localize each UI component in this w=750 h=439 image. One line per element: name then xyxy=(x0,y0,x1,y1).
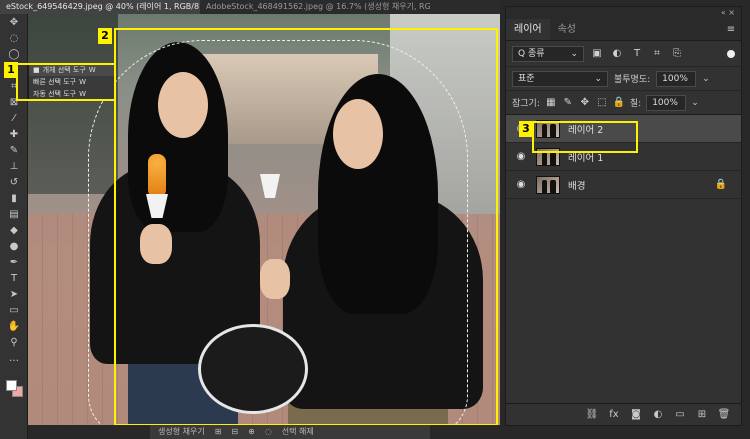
chevron-down-icon: ⌄ xyxy=(570,48,578,59)
blend-opacity-row: 표준 ⌄ 불투명도: 100% ⌄ xyxy=(506,67,741,91)
layer-row-background[interactable]: ◉ 배경 🔒 xyxy=(506,171,741,199)
link-layers-icon[interactable]: ⛓ xyxy=(585,409,599,420)
foreground-color-swatch[interactable] xyxy=(6,380,17,391)
lock-label: 잠그기: xyxy=(512,99,540,109)
lock-artboard-icon[interactable]: ⬚ xyxy=(596,97,608,108)
lock-all-icon[interactable]: 🔒 xyxy=(613,97,625,108)
tab-properties[interactable]: 속성 xyxy=(550,19,584,40)
move-icon[interactable]: ✥ xyxy=(0,14,28,30)
step-badge-2: 2 xyxy=(98,28,112,44)
lock-fill-row: 잠그기: ▦ ✎ ✥ ⬚ 🔒 칠: 100% ⌄ xyxy=(506,91,741,115)
history-brush-icon[interactable]: ↺ xyxy=(0,174,28,190)
layer-name: 배경 xyxy=(568,180,586,192)
image-filter-icon[interactable]: ▣ xyxy=(590,47,604,61)
chevron-down-icon[interactable]: ⌄ xyxy=(691,98,699,108)
adjustment-filter-icon[interactable]: ◐ xyxy=(610,47,624,61)
type-icon[interactable]: T xyxy=(0,270,28,286)
mask-icon[interactable]: ◌ xyxy=(265,425,272,439)
document-tab-label: eStock_649546429.jpeg @ 40% (레이어 1, RGB/… xyxy=(6,2,200,11)
fill-label: 칠: xyxy=(629,99,642,109)
path-select-icon[interactable]: ➤ xyxy=(0,286,28,302)
new-layer-icon[interactable]: ⊞ xyxy=(695,409,709,420)
eraser-icon[interactable]: ▮ xyxy=(0,190,28,206)
visibility-eye-icon[interactable]: ◉ xyxy=(514,151,528,162)
fill-input[interactable]: 100% xyxy=(646,94,687,111)
healing-icon[interactable]: ✚ xyxy=(0,126,28,142)
gradient-icon[interactable]: ▤ xyxy=(0,206,28,222)
type-filter-icon[interactable]: T xyxy=(630,47,644,61)
filter-kind-label: Q 종류 xyxy=(518,48,545,59)
zoom-icon[interactable]: ⚲ xyxy=(0,334,28,350)
adjustment-layer-icon[interactable]: ◐ xyxy=(651,409,665,420)
document-tab-label: AdobeStock_468491562.jpeg @ 16.7% (생성형 채… xyxy=(206,2,430,11)
highlight-box-canvas xyxy=(114,28,498,425)
trash-icon[interactable]: 🗑 xyxy=(717,409,731,420)
intersect-selection-icon[interactable]: ⊕ xyxy=(248,425,255,439)
chevron-down-icon: ⌄ xyxy=(594,73,602,84)
eyedropper-icon[interactable]: ⁄ xyxy=(0,110,28,126)
opacity-label: 불투명도: xyxy=(614,75,651,85)
marquee-icon[interactable]: ◌ xyxy=(0,30,28,46)
document-tab-inactive[interactable]: AdobeStock_468491562.jpeg @ 16.7% (생성형 채… xyxy=(200,0,430,14)
smart-object-filter-icon[interactable]: ⎘ xyxy=(670,47,684,61)
highlight-box-layer xyxy=(532,121,638,153)
pen-icon[interactable]: ✒ xyxy=(0,254,28,270)
blur-icon[interactable]: ◆ xyxy=(0,222,28,238)
document-tab-bar: eStock_649546429.jpeg @ 40% (레이어 1, RGB/… xyxy=(0,0,500,14)
opacity-input[interactable]: 100% xyxy=(656,70,697,87)
dodge-icon[interactable]: ● xyxy=(0,238,28,254)
lock-transparent-icon[interactable]: ▦ xyxy=(545,97,557,108)
subtract-selection-icon[interactable]: ⊟ xyxy=(231,425,238,439)
highlight-box-flyout xyxy=(16,63,116,101)
generative-fill-button[interactable]: 생성형 채우기 xyxy=(158,425,205,439)
layer-filter-row: Q 종류 ⌄ ▣ ◐ T ⌗ ⎘ xyxy=(506,41,741,67)
filter-toggle[interactable] xyxy=(727,49,735,58)
hand-icon[interactable]: ✋ xyxy=(0,318,28,334)
fill-value: 100% xyxy=(652,97,678,108)
opacity-value: 100% xyxy=(662,73,688,84)
lock-icon: 🔒 xyxy=(714,179,727,190)
shape-filter-icon[interactable]: ⌗ xyxy=(650,47,664,61)
document-tab-active[interactable]: eStock_649546429.jpeg @ 40% (레이어 1, RGB/… xyxy=(0,0,200,14)
layer-effects-icon[interactable]: fx xyxy=(607,409,621,420)
lock-position-icon[interactable]: ✥ xyxy=(579,97,591,108)
step-badge-1: 1 xyxy=(4,62,18,78)
chevron-down-icon[interactable]: ⌄ xyxy=(702,74,710,84)
brush-icon[interactable]: ✎ xyxy=(0,142,28,158)
lock-pixels-icon[interactable]: ✎ xyxy=(562,97,574,108)
stamp-icon[interactable]: ⊥ xyxy=(0,158,28,174)
new-group-icon[interactable]: ▭ xyxy=(673,409,687,420)
add-selection-icon[interactable]: ⊞ xyxy=(215,425,222,439)
step-badge-3: 3 xyxy=(519,121,533,137)
add-mask-icon[interactable]: ◙ xyxy=(629,409,643,420)
deselect-button[interactable]: 선택 해제 xyxy=(282,425,314,439)
panel-tab-bar: 레이어 속성 ≡ xyxy=(506,19,741,41)
shape-icon[interactable]: ▭ xyxy=(0,302,28,318)
blend-mode-select[interactable]: 표준 ⌄ xyxy=(512,70,608,87)
more-icon[interactable]: … xyxy=(0,350,28,366)
contextual-task-bar: 생성형 채우기 ⊞ ⊟ ⊕ ◌ 선택 해제 xyxy=(150,425,430,439)
filter-kind-select[interactable]: Q 종류 ⌄ xyxy=(512,45,584,62)
tab-layers[interactable]: 레이어 xyxy=(506,19,550,40)
panel-menu-icon[interactable]: ≡ xyxy=(721,19,741,40)
lasso-icon[interactable]: ◯ xyxy=(0,46,28,62)
blend-mode-value: 표준 xyxy=(518,73,535,84)
layer-thumbnail xyxy=(536,175,560,194)
panel-collapse-bar[interactable]: « × xyxy=(506,7,741,19)
visibility-eye-icon[interactable]: ◉ xyxy=(514,179,528,190)
layers-panel: « × 레이어 속성 ≡ Q 종류 ⌄ ▣ ◐ T ⌗ ⎘ 표준 ⌄ 불투명도:… xyxy=(505,6,742,426)
layers-panel-footer: ⛓ fx ◙ ◐ ▭ ⊞ 🗑 xyxy=(506,403,741,425)
